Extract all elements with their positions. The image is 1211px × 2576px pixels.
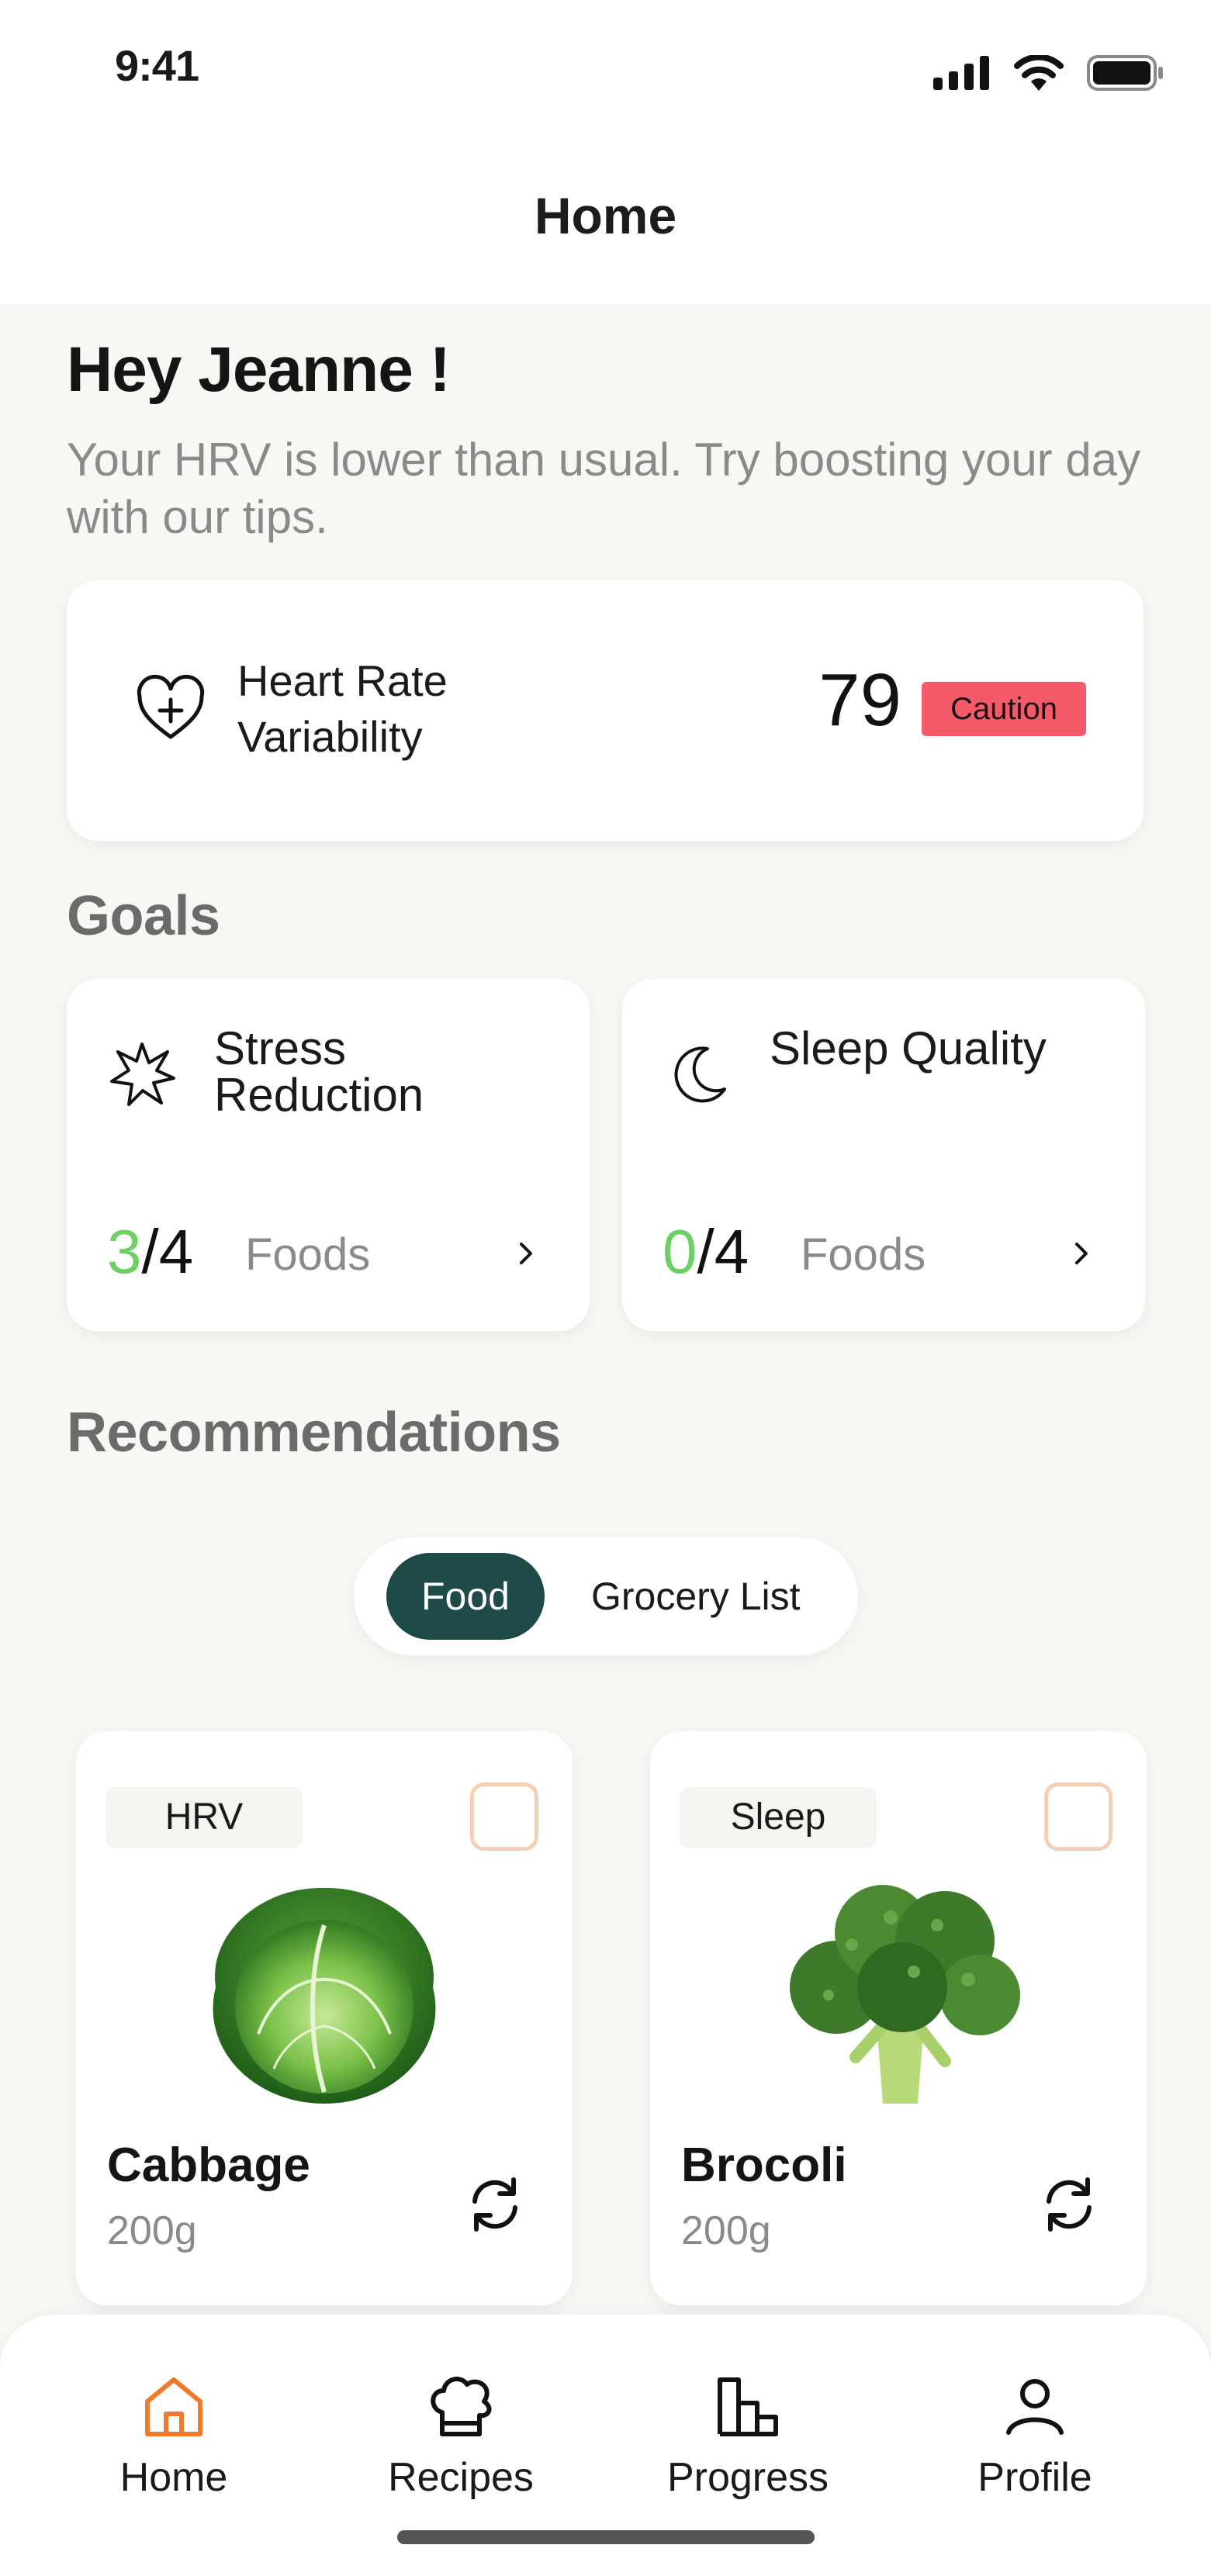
goal-done-count: 0	[663, 1217, 697, 1286]
hrv-label: Heart Rate Variability	[237, 656, 448, 761]
food-name: Brocoli	[681, 2139, 847, 2192]
goal-unit: Foods	[801, 1229, 926, 1280]
status-icons	[933, 50, 1164, 96]
goal-name: Stress Reduction	[214, 1022, 424, 1121]
hrv-value: 79	[818, 659, 901, 742]
status-time: 9:41	[115, 41, 199, 90]
wifi-icon	[1014, 55, 1064, 91]
refresh-icon[interactable]	[1038, 2173, 1100, 2235]
nav-item-recipes[interactable]: Recipes	[344, 2369, 577, 2501]
chevron-right-icon[interactable]	[510, 1238, 541, 1269]
food-tag: HRV	[106, 1787, 303, 1848]
hrv-card[interactable]: Heart Rate Variability 79 Caution	[67, 580, 1144, 841]
recommendation-tabs: Food Grocery List	[354, 1537, 858, 1655]
food-name: Cabbage	[107, 2139, 310, 2192]
nav-label: Progress	[666, 2455, 829, 2500]
nav-item-home[interactable]: Home	[57, 2369, 290, 2501]
page-title: Home	[534, 187, 677, 244]
goal-unit: Foods	[245, 1229, 371, 1280]
nav-label: Recipes	[388, 2455, 534, 2500]
status-badge: Caution	[922, 682, 1086, 736]
nav-item-profile[interactable]: Profile	[919, 2369, 1151, 2501]
heart-plus-icon	[137, 674, 205, 739]
food-tag: Sleep	[680, 1787, 877, 1848]
goals-title: Goals	[67, 885, 220, 947]
greeting-title: Hey Jeanne !	[67, 334, 451, 405]
moon-icon	[674, 1046, 726, 1103]
home-icon	[145, 2377, 202, 2436]
food-checkbox[interactable]	[1044, 1782, 1112, 1851]
bar-chart-icon	[718, 2377, 778, 2436]
burst-icon	[110, 1043, 175, 1106]
user-icon	[1006, 2379, 1064, 2435]
top-bar: 9:41 Home	[0, 0, 1211, 304]
cabbage-image	[213, 1887, 436, 2104]
goal-progress: 3/4	[107, 1216, 193, 1288]
tab-grocery-list[interactable]: Grocery List	[591, 1553, 801, 1640]
greeting-message: Your HRV is lower than usual. Try boosti…	[67, 434, 1141, 543]
battery-icon	[1087, 55, 1163, 91]
goal-name: Sleep Quality	[770, 1022, 1047, 1074]
goal-progress: 0/4	[663, 1216, 749, 1288]
goal-total-count: /4	[141, 1217, 194, 1286]
food-weight: 200g	[681, 2208, 771, 2253]
broccoli-image	[790, 1885, 1020, 2104]
goal-total-count: /4	[697, 1217, 749, 1286]
goal-done-count: 3	[107, 1217, 142, 1286]
home-indicator	[397, 2530, 815, 2544]
signal-icon	[933, 56, 989, 90]
refresh-icon[interactable]	[464, 2173, 526, 2235]
food-checkbox[interactable]	[470, 1782, 538, 1851]
nav-label: Home	[119, 2455, 228, 2500]
food-card-broccoli[interactable]: Sleep Brocoli 200g	[650, 1731, 1147, 2305]
chevron-right-icon[interactable]	[1066, 1238, 1097, 1269]
recommendations-title: Recommendations	[67, 1402, 561, 1464]
goal-card-stress[interactable]: Stress Reduction 3/4 Foods	[67, 979, 590, 1331]
food-weight: 200g	[107, 2208, 197, 2253]
food-card-cabbage[interactable]: HRV Cabbage 200g	[76, 1731, 573, 2305]
nav-item-progress[interactable]: Progress	[631, 2369, 864, 2501]
tab-food[interactable]: Food	[386, 1553, 545, 1640]
chef-hat-icon	[431, 2377, 492, 2436]
goal-card-sleep[interactable]: Sleep Quality 0/4 Foods	[622, 979, 1145, 1331]
nav-label: Profile	[977, 2455, 1092, 2500]
